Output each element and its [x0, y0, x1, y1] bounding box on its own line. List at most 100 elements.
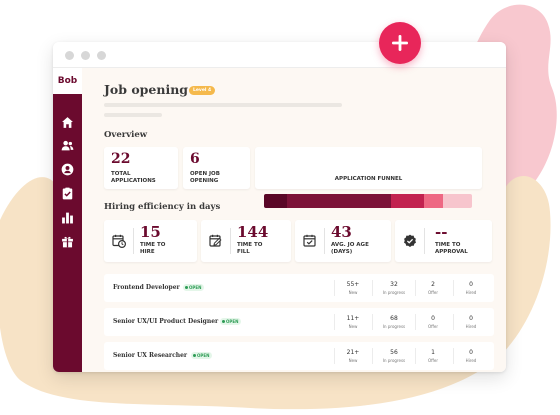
calendar-edit-icon	[209, 234, 222, 247]
sidebar-nav	[53, 94, 82, 372]
card-divider	[424, 228, 425, 254]
bar-chart-icon[interactable]	[61, 211, 74, 224]
open-job-opening-card[interactable]: 6 OPEN JOB OPENING	[183, 147, 250, 189]
row-divider	[415, 280, 416, 296]
time-to-approval-value: --	[435, 223, 448, 241]
main-content: Job opening Level 4 Overview 22 TOTAL AP…	[82, 68, 506, 372]
total-applications-label: TOTAL APPLICATIONS	[111, 171, 156, 184]
bob-logo[interactable]: Bob	[53, 68, 82, 94]
skeleton-line	[104, 103, 342, 107]
offer-count: 1	[431, 349, 435, 356]
page-title: Job opening	[104, 82, 189, 97]
status-badge: OPEN	[191, 352, 213, 359]
total-applications-value: 22	[111, 151, 131, 167]
window-titlebar	[53, 42, 506, 68]
row-divider	[372, 348, 373, 364]
time-to-fill-value: 144	[237, 223, 269, 241]
time-to-hire-label: TIME TO HIRE	[140, 242, 166, 255]
window-dot-minimize[interactable]	[81, 51, 90, 60]
overview-heading: Overview	[104, 130, 148, 140]
offer-count: 0	[431, 315, 435, 322]
new-count: 11+	[346, 315, 360, 322]
funnel-segment-1	[264, 194, 287, 208]
offer-count: 2	[431, 281, 435, 288]
status-badge: OPEN	[220, 318, 242, 325]
avg-job-age-value: 43	[331, 223, 352, 241]
job-title[interactable]: Senior UX Researcher	[113, 352, 187, 359]
card-divider	[133, 228, 134, 254]
profile-icon[interactable]	[61, 163, 74, 176]
in-progress-count: 32	[390, 281, 398, 288]
table-row[interactable]: Frontend Developer OPEN 55+ New 32 In prog…	[104, 274, 494, 302]
level-badge: Level 4	[189, 86, 216, 95]
row-divider	[334, 348, 335, 364]
calendar-check-icon	[303, 234, 316, 247]
table-row[interactable]: Senior UX Researcher OPEN 21+ New 56 In pr…	[104, 342, 494, 370]
row-divider	[372, 280, 373, 296]
time-to-hire-card[interactable]: 15 TIME TO HIRE	[104, 220, 197, 262]
row-divider	[453, 348, 454, 364]
application-funnel-label: APPLICATION FUNNEL	[334, 176, 403, 182]
hired-count: 0	[469, 281, 473, 288]
gift-icon[interactable]	[61, 235, 74, 248]
avg-job-age-label: AVG. JO AGE (DAYS)	[331, 242, 369, 255]
table-row[interactable]: Senior UX/UI Product Designer OPEN 11+ Ne…	[104, 308, 494, 336]
add-job-button[interactable]	[379, 22, 421, 64]
job-title[interactable]: Senior UX/UI Product Designer	[113, 318, 218, 325]
hired-count: 0	[469, 349, 473, 356]
offer-label: Offer	[427, 358, 438, 363]
time-to-approval-label: TIME TO APPROVAL	[435, 242, 468, 255]
in-progress-label: In progress	[382, 358, 406, 363]
hired-count: 0	[469, 315, 473, 322]
in-progress-label: In progress	[382, 290, 406, 295]
funnel-segment-3	[390, 194, 425, 208]
window-dot-maximize[interactable]	[97, 51, 106, 60]
hiring-efficiency-heading: Hiring efficiency in days	[104, 202, 221, 212]
offer-label: Offer	[427, 290, 438, 295]
clipboard-check-icon[interactable]	[61, 187, 74, 200]
time-to-fill-card[interactable]: 144 TIME TO FILL	[201, 220, 291, 262]
people-icon[interactable]	[61, 139, 74, 152]
row-divider	[372, 314, 373, 330]
home-icon[interactable]	[61, 116, 74, 129]
job-title[interactable]: Frontend Developer	[113, 284, 180, 291]
time-to-hire-value: 15	[140, 223, 161, 241]
application-funnel-bar	[264, 194, 472, 208]
new-label: New	[348, 358, 358, 363]
plus-icon	[392, 35, 408, 51]
row-divider	[334, 314, 335, 330]
funnel-segment-2	[286, 194, 391, 208]
in-progress-count: 68	[390, 315, 398, 322]
hired-label: Hired	[465, 290, 477, 295]
card-divider	[324, 228, 325, 254]
skeleton-line	[104, 113, 162, 117]
row-divider	[453, 314, 454, 330]
open-job-opening-label: OPEN JOB OPENING	[190, 171, 220, 184]
window-dot-close[interactable]	[65, 51, 74, 60]
status-badge: OPEN	[183, 284, 205, 291]
total-applications-card[interactable]: 22 TOTAL APPLICATIONS	[104, 147, 178, 189]
in-progress-label: In progress	[382, 324, 406, 329]
time-to-fill-label: TIME TO FILL	[237, 242, 263, 255]
avg-job-age-card[interactable]: 43 AVG. JO AGE (DAYS)	[295, 220, 391, 262]
in-progress-count: 56	[390, 349, 398, 356]
new-label: New	[348, 290, 358, 295]
app-window: Bob Job opening Level 4 Overview 22 TOTA…	[53, 42, 506, 372]
funnel-segment-4	[424, 194, 443, 208]
hired-label: Hired	[465, 324, 477, 329]
hired-label: Hired	[465, 358, 477, 363]
card-divider	[230, 228, 231, 254]
offer-label: Offer	[427, 324, 438, 329]
row-divider	[453, 280, 454, 296]
new-label: New	[348, 324, 358, 329]
open-job-opening-value: 6	[190, 151, 200, 167]
new-count: 21+	[346, 349, 360, 356]
funnel-segment-5	[442, 194, 472, 208]
time-to-approval-card[interactable]: -- TIME TO APPROVAL	[395, 220, 492, 262]
row-divider	[415, 348, 416, 364]
row-divider	[415, 314, 416, 330]
new-count: 55+	[346, 281, 360, 288]
sidebar: Bob	[53, 68, 82, 372]
application-funnel-card[interactable]: APPLICATION FUNNEL	[255, 147, 482, 189]
row-divider	[334, 280, 335, 296]
